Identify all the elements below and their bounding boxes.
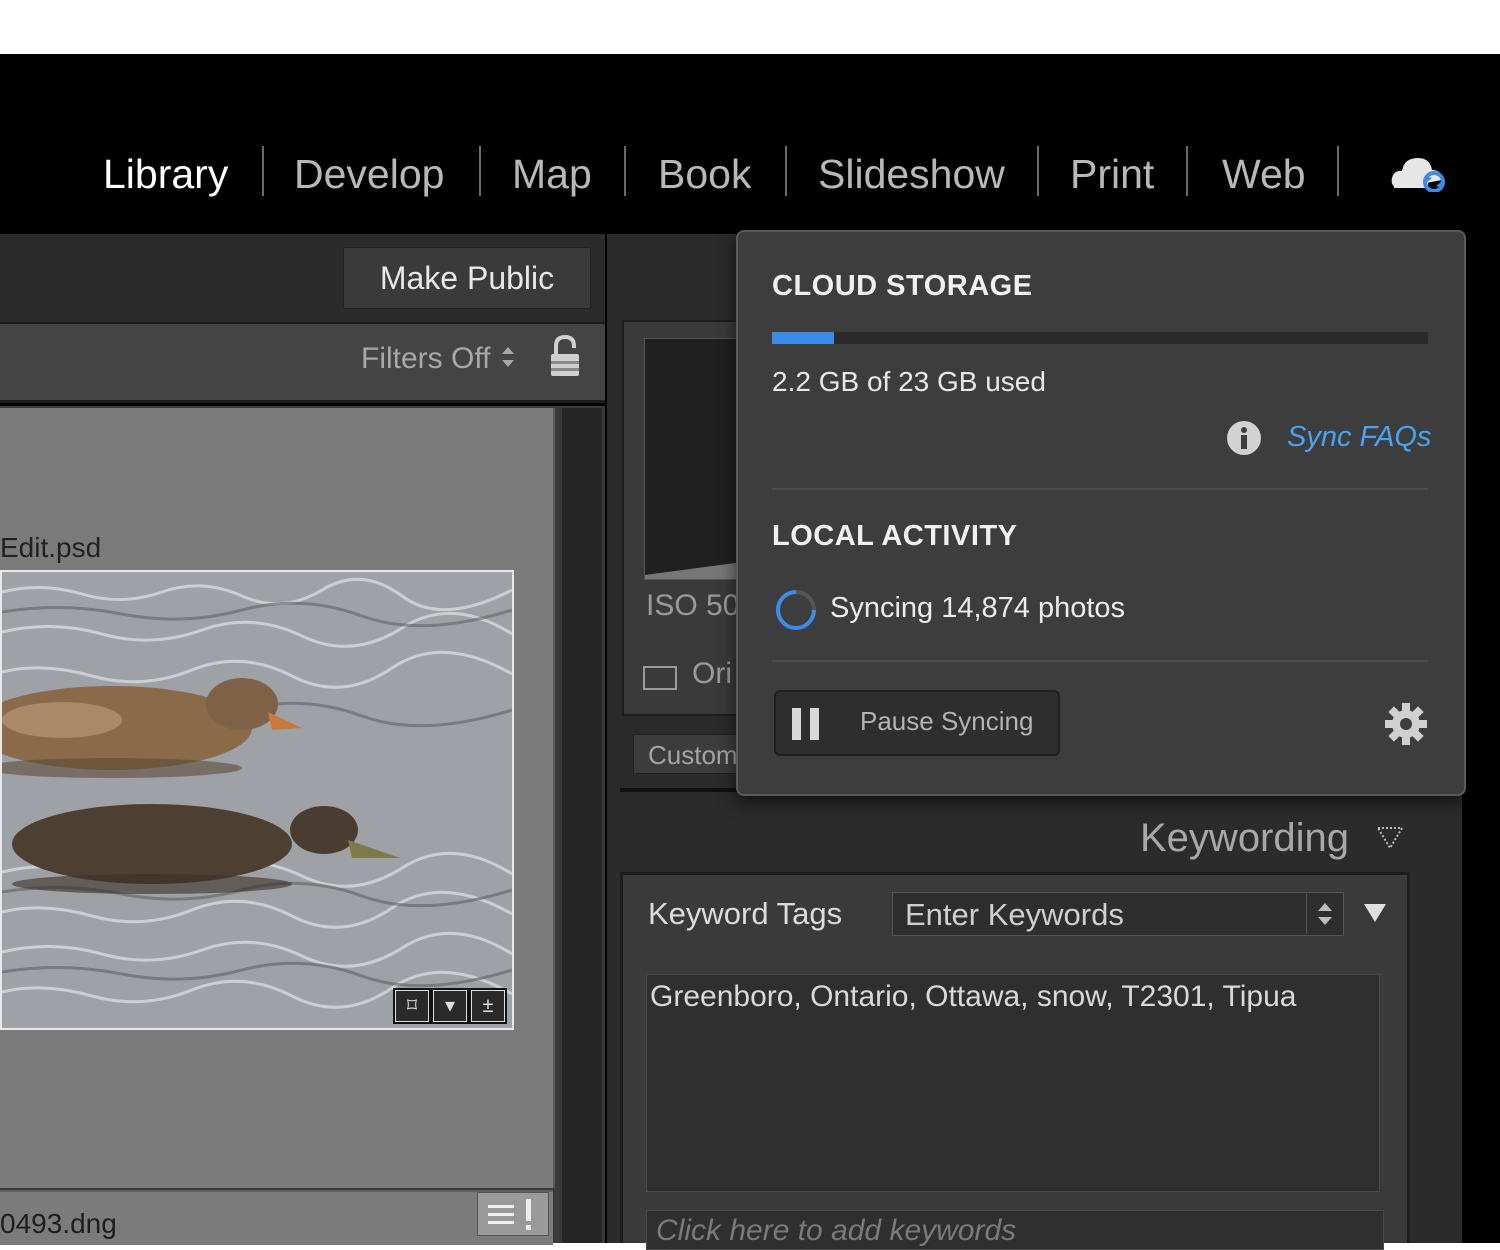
module-book[interactable]: Book [658, 150, 751, 198]
original-label: Ori [692, 657, 732, 690]
keyword-tags-label: Keyword Tags [648, 896, 843, 931]
module-separator [1337, 146, 1339, 196]
cloud-storage-title: CLOUD STORAGE [772, 270, 1033, 302]
local-activity-title: LOCAL ACTIVITY [772, 520, 1018, 552]
cloud-sync-icon[interactable] [1390, 152, 1448, 192]
module-separator [1186, 146, 1188, 196]
module-separator [1037, 146, 1039, 196]
develop-badge-icon[interactable]: ± [471, 990, 505, 1022]
syncing-status-text: Syncing 14,874 photos [830, 592, 1126, 624]
info-icon[interactable] [1226, 420, 1262, 456]
storage-progress-fill [772, 332, 835, 344]
metadata-badge-icon[interactable] [477, 1192, 549, 1236]
module-print[interactable]: Print [1070, 150, 1154, 198]
filters-label[interactable]: Filters Off [361, 342, 490, 376]
pause-icon [792, 708, 819, 740]
keyword-select-value: Enter Keywords [905, 897, 1124, 932]
thumbnail-badges: ⌑ ▾ ± [393, 988, 507, 1024]
gear-icon[interactable] [1384, 702, 1428, 746]
module-separator [624, 146, 626, 196]
storage-progress-bar [772, 332, 1428, 344]
storage-used-text: 2.2 GB of 23 GB used [772, 366, 1046, 397]
comment-badge-icon[interactable]: ▾ [433, 990, 467, 1022]
photo-thumbnail[interactable] [0, 570, 514, 1030]
module-separator [479, 146, 481, 196]
popover-divider [772, 660, 1428, 662]
padlock-icon[interactable] [548, 334, 582, 378]
select-arrows-icon[interactable] [1306, 894, 1343, 934]
module-develop[interactable]: Develop [294, 150, 444, 198]
panel-collapse-icon[interactable] [1376, 826, 1404, 850]
iso-readout: ISO 50 [646, 589, 740, 622]
keyword-menu-icon[interactable] [1362, 902, 1388, 924]
pause-syncing-label: Pause Syncing [860, 706, 1034, 736]
module-map[interactable]: Map [512, 150, 592, 198]
filters-arrows-icon[interactable] [500, 344, 516, 371]
make-public-button[interactable]: Make Public [343, 247, 591, 309]
keyword-badge-icon[interactable]: ⌑ [395, 990, 429, 1022]
original-checkbox[interactable] [643, 666, 677, 690]
grid-scrollbar[interactable] [562, 408, 602, 1243]
keywords-text: Greenboro, Ontario, Ottawa, snow, T2301,… [650, 980, 1297, 1013]
module-library[interactable]: Library [103, 150, 228, 198]
module-bar [0, 54, 1500, 234]
popover-divider [772, 488, 1428, 490]
module-separator [262, 146, 264, 196]
custom-preset-select[interactable]: Custom [633, 734, 753, 774]
cell-filename: 0493.dng [0, 1208, 117, 1239]
window-edge [1462, 234, 1500, 1243]
cell-filename: Edit.psd [0, 532, 102, 563]
module-separator [785, 146, 787, 196]
module-slideshow[interactable]: Slideshow [818, 150, 1005, 198]
module-web[interactable]: Web [1222, 150, 1306, 198]
keywording-header[interactable]: Keywording [1140, 816, 1349, 861]
spinner-icon [776, 590, 816, 630]
sync-faqs-link[interactable]: Sync FAQs [1287, 421, 1432, 454]
